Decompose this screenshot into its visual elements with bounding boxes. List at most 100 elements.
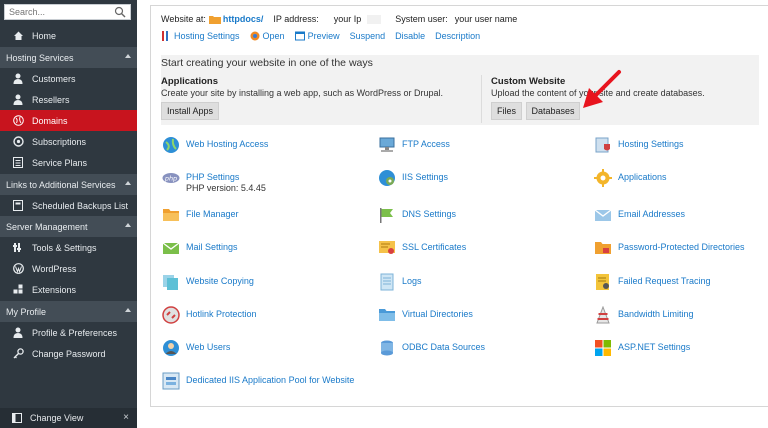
tool-bandwidth-limiting[interactable]: Bandwidth Limiting <box>594 306 694 324</box>
tool-label: Applications <box>618 172 667 182</box>
tool-dedicated-iis-pool[interactable]: Dedicated IIS Application Pool for Websi… <box>162 372 354 390</box>
sidebar-item-tools-settings[interactable]: Tools & Settings <box>0 237 137 258</box>
databases-button[interactable]: Databases <box>526 102 580 120</box>
sidebar-item-label: WordPress <box>32 263 77 274</box>
collapse-arrow-icon[interactable] <box>125 181 131 185</box>
sidebar-item-home[interactable]: Home <box>0 25 137 46</box>
sidebar-item-resellers[interactable]: Resellers <box>0 89 137 110</box>
tool-file-manager[interactable]: File Manager <box>162 206 239 224</box>
globe-icon <box>12 115 24 127</box>
sidebar-item-scheduled-backups[interactable]: Scheduled Backups List <box>0 195 137 216</box>
section-server-management[interactable]: Server Management <box>0 216 137 237</box>
tool-web-users[interactable]: Web Users <box>162 339 230 357</box>
tool-mail-settings[interactable]: Mail Settings <box>162 239 238 257</box>
search-icon[interactable] <box>114 6 126 18</box>
tool-label: Hotlink Protection <box>186 309 257 319</box>
tool-hotlink-protection[interactable]: Hotlink Protection <box>162 306 257 324</box>
open-icon <box>250 31 260 41</box>
service-plans-icon <box>12 157 24 169</box>
change-view-icon <box>12 413 22 423</box>
hosting-settings-icon <box>161 31 171 41</box>
description-link[interactable]: Description <box>435 31 480 41</box>
tool-label: Hosting Settings <box>618 139 684 149</box>
sidebar-item-subscriptions[interactable]: Subscriptions <box>0 131 137 152</box>
section-hosting-services[interactable]: Hosting Services <box>0 47 137 68</box>
tool-label: ASP.NET Settings <box>618 342 691 352</box>
tool-label: Web Users <box>186 342 231 352</box>
section-my-profile[interactable]: My Profile <box>0 301 137 322</box>
protected-folder-icon <box>595 242 611 254</box>
tool-ftp-access[interactable]: FTP Access <box>378 136 450 154</box>
sidebar-item-label: Service Plans <box>32 157 88 168</box>
open-link[interactable]: Open <box>250 31 285 41</box>
virtual-directory-icon <box>379 309 395 321</box>
tool-php-settings[interactable]: php PHP Settings PHP version: 5.4.45 <box>162 169 266 194</box>
link-label: Description <box>435 31 481 41</box>
sidebar-item-extensions[interactable]: Extensions <box>0 279 137 300</box>
link-label: Suspend <box>349 31 386 41</box>
change-view-label: Change View <box>30 413 84 423</box>
section-label: Hosting Services <box>6 52 74 63</box>
sidebar-item-service-plans[interactable]: Service Plans <box>0 152 137 173</box>
tool-label: Web Hosting Access <box>186 139 269 149</box>
tool-label: FTP Access <box>402 139 450 149</box>
tool-failed-request-tracing[interactable]: Failed Request Tracing <box>594 273 711 291</box>
change-view-bar[interactable]: Change View × <box>0 408 137 428</box>
home-icon <box>12 30 24 42</box>
collapse-arrow-icon[interactable] <box>125 308 131 312</box>
sidebar-item-label: Change Password <box>32 348 106 359</box>
collapse-arrow-icon[interactable] <box>125 223 131 227</box>
suspend-link[interactable]: Suspend <box>350 31 386 41</box>
preview-link[interactable]: Preview <box>294 31 340 41</box>
disable-link[interactable]: Disable <box>395 31 425 41</box>
httpdocs-link[interactable]: httpdocs/ <box>223 14 264 24</box>
tool-password-protected-directories[interactable]: Password-Protected Directories <box>594 239 745 257</box>
tool-applications[interactable]: Applications <box>594 169 667 187</box>
email-icon <box>594 209 612 221</box>
tool-email-addresses[interactable]: Email Addresses <box>594 206 685 224</box>
sidebar-item-label: Customers <box>32 73 76 84</box>
web-users-icon <box>163 340 179 356</box>
close-icon[interactable]: × <box>123 412 129 423</box>
hosting-settings-icon <box>595 137 610 153</box>
logs-icon <box>380 273 394 291</box>
tool-website-copying[interactable]: Website Copying <box>162 273 254 291</box>
sidebar-item-change-password[interactable]: Change Password <box>0 343 137 364</box>
applications-gear-icon <box>594 169 612 187</box>
sidebar-item-label: Tools & Settings <box>32 242 97 253</box>
tool-aspnet-settings[interactable]: ASP.NET Settings <box>594 339 690 357</box>
tool-ssl-certificates[interactable]: SSL Certificates <box>378 239 466 257</box>
collapse-arrow-icon[interactable] <box>125 54 131 58</box>
tool-label: Mail Settings <box>186 242 238 252</box>
tool-label: Email Addresses <box>618 209 686 219</box>
sidebar-item-wordpress[interactable]: WordPress <box>0 258 137 279</box>
install-apps-button[interactable]: Install Apps <box>161 102 219 120</box>
dns-settings-icon <box>380 208 393 223</box>
tool-logs[interactable]: Logs <box>378 273 422 291</box>
ssl-certificate-icon <box>379 241 395 254</box>
search-box[interactable] <box>4 4 131 20</box>
tool-dns-settings[interactable]: DNS Settings <box>378 206 456 224</box>
tool-label: Virtual Directories <box>402 309 473 319</box>
system-user-value: your user name <box>454 14 518 24</box>
profile-icon <box>12 327 24 339</box>
sidebar-item-profile-preferences[interactable]: Profile & Preferences <box>0 322 137 343</box>
tool-label: PHP Settings <box>186 172 240 182</box>
tool-label: Password-Protected Directories <box>618 242 745 252</box>
tool-iis-settings[interactable]: IIS Settings <box>378 169 448 187</box>
sidebar-item-customers[interactable]: Customers <box>0 68 137 89</box>
extensions-icon <box>12 284 24 296</box>
tool-virtual-directories[interactable]: Virtual Directories <box>378 306 473 324</box>
tool-odbc-data-sources[interactable]: ODBC Data Sources <box>378 339 485 357</box>
tool-label: Website Copying <box>186 276 254 286</box>
files-button[interactable]: Files <box>491 102 522 120</box>
sidebar-item-domains[interactable]: Domains <box>0 110 137 131</box>
start-creating-box: Start creating your website in one of th… <box>161 55 759 125</box>
ip-label: IP address: <box>273 14 319 24</box>
search-input[interactable] <box>5 5 114 19</box>
tool-hosting-settings[interactable]: Hosting Settings <box>594 136 684 154</box>
sidebar-item-label: Extensions <box>32 284 77 295</box>
tool-web-hosting-access[interactable]: Web Hosting Access <box>162 136 268 154</box>
hosting-settings-link[interactable]: Hosting Settings <box>161 31 240 41</box>
section-links-additional[interactable]: Links to Additional Services <box>0 174 137 195</box>
